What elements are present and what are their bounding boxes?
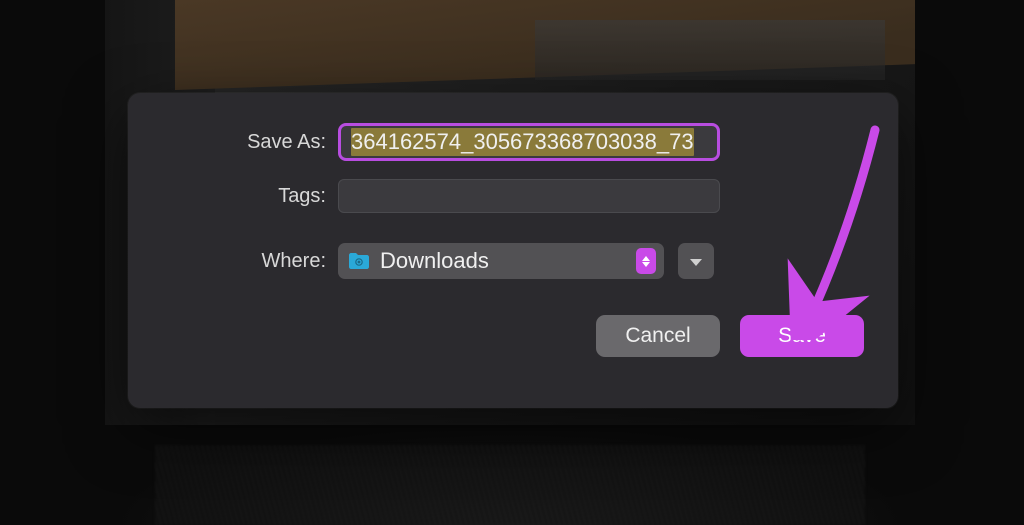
expand-button[interactable]: [678, 243, 714, 279]
saveas-input[interactable]: 364162574_305673368703038_73: [338, 123, 720, 161]
where-row: Where: Downloads: [158, 243, 868, 279]
saveas-row: Save As: 364162574_305673368703038_73: [158, 123, 868, 161]
where-select[interactable]: Downloads: [338, 243, 664, 279]
where-stepper-icon: [636, 248, 656, 274]
where-value: Downloads: [380, 248, 636, 274]
save-dialog: Save As: 364162574_305673368703038_73 Ta…: [128, 93, 898, 408]
chevron-down-icon: [690, 259, 702, 266]
cancel-button[interactable]: Cancel: [596, 315, 720, 357]
button-row: Cancel Save: [158, 315, 868, 357]
save-button[interactable]: Save: [740, 315, 864, 357]
tags-input[interactable]: [338, 179, 720, 213]
where-label: Where:: [158, 250, 338, 273]
saveas-selected-text: 364162574_305673368703038_73: [351, 128, 694, 156]
folder-icon: [348, 252, 370, 270]
saveas-input-wrap: 364162574_305673368703038_73: [338, 123, 720, 161]
tags-row: Tags:: [158, 179, 868, 213]
saveas-label: Save As:: [158, 131, 338, 154]
tags-label: Tags:: [158, 185, 338, 208]
